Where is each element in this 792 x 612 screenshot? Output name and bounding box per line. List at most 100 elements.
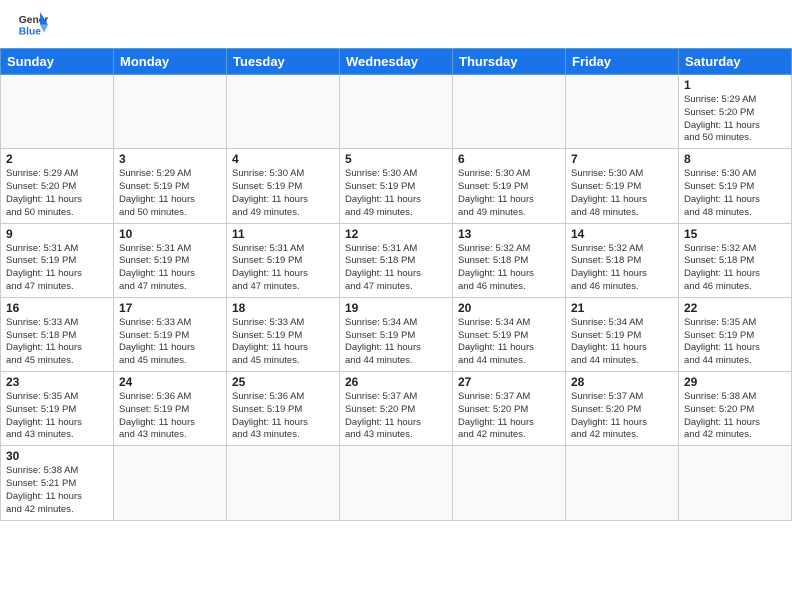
day-info: Sunrise: 5:38 AM Sunset: 5:21 PM Dayligh…	[6, 465, 108, 516]
calendar-cell: 16Sunrise: 5:33 AM Sunset: 5:18 PM Dayli…	[1, 297, 114, 371]
calendar-week-row: 2 Sunrise: 5:29 AM Sunset: 5:20 PM Daylig…	[1, 149, 792, 223]
calendar-cell: 18 Sunrise: 5:33 AM Sunset: 5:19 PM Dayli…	[227, 297, 340, 371]
day-number: 2	[6, 152, 108, 166]
calendar-week-row: 30 Sunrise: 5:38 AM Sunset: 5:21 PM Dayli…	[1, 446, 792, 520]
logo: General Blue	[18, 10, 48, 38]
day-number: 27	[458, 375, 560, 389]
calendar-cell: 8 Sunrise: 5:30 AM Sunset: 5:19 PM Daylig…	[679, 149, 792, 223]
calendar-cell: 20 Sunrise: 5:34 AM Sunset: 5:19 PM Dayli…	[453, 297, 566, 371]
calendar-cell	[227, 75, 340, 149]
svg-text:Blue: Blue	[19, 26, 42, 37]
calendar-cell	[453, 446, 566, 520]
day-info: Sunrise: 5:32 AM Sunset: 5:18 PM Dayligh…	[458, 243, 560, 294]
day-number: 21	[571, 301, 673, 315]
day-number: 4	[232, 152, 334, 166]
calendar-week-row: 9 Sunrise: 5:31 AM Sunset: 5:19 PM Daylig…	[1, 223, 792, 297]
day-number: 24	[119, 375, 221, 389]
day-info: Sunrise: 5:34 AM Sunset: 5:19 PM Dayligh…	[345, 317, 447, 368]
calendar-cell: 29Sunrise: 5:38 AM Sunset: 5:20 PM Dayli…	[679, 372, 792, 446]
day-number: 14	[571, 227, 673, 241]
day-number: 19	[345, 301, 447, 315]
calendar-cell	[227, 446, 340, 520]
calendar-cell	[340, 75, 453, 149]
day-number: 10	[119, 227, 221, 241]
calendar-cell: 6 Sunrise: 5:30 AM Sunset: 5:19 PM Daylig…	[453, 149, 566, 223]
day-info: Sunrise: 5:34 AM Sunset: 5:19 PM Dayligh…	[571, 317, 673, 368]
day-number: 1	[684, 78, 786, 92]
calendar-week-row: 23Sunrise: 5:35 AM Sunset: 5:19 PM Dayli…	[1, 372, 792, 446]
calendar-cell: 10 Sunrise: 5:31 AM Sunset: 5:19 PM Dayli…	[114, 223, 227, 297]
day-number: 16	[6, 301, 108, 315]
column-header-thursday: Thursday	[453, 49, 566, 75]
calendar-cell	[453, 75, 566, 149]
day-number: 3	[119, 152, 221, 166]
day-info: Sunrise: 5:34 AM Sunset: 5:19 PM Dayligh…	[458, 317, 560, 368]
calendar-cell: 17 Sunrise: 5:33 AM Sunset: 5:19 PM Dayli…	[114, 297, 227, 371]
day-number: 15	[684, 227, 786, 241]
calendar-cell: 19 Sunrise: 5:34 AM Sunset: 5:19 PM Dayli…	[340, 297, 453, 371]
column-header-friday: Friday	[566, 49, 679, 75]
day-number: 30	[6, 449, 108, 463]
calendar-cell: 14 Sunrise: 5:32 AM Sunset: 5:18 PM Dayli…	[566, 223, 679, 297]
day-info: Sunrise: 5:31 AM Sunset: 5:18 PM Dayligh…	[345, 243, 447, 294]
day-info: Sunrise: 5:29 AM Sunset: 5:19 PM Dayligh…	[119, 168, 221, 219]
day-info: Sunrise: 5:32 AM Sunset: 5:18 PM Dayligh…	[684, 243, 786, 294]
day-number: 23	[6, 375, 108, 389]
calendar-cell: 23Sunrise: 5:35 AM Sunset: 5:19 PM Dayli…	[1, 372, 114, 446]
day-number: 22	[684, 301, 786, 315]
page-header: General Blue	[0, 0, 792, 42]
calendar-cell	[340, 446, 453, 520]
day-number: 28	[571, 375, 673, 389]
calendar-cell: 27Sunrise: 5:37 AM Sunset: 5:20 PM Dayli…	[453, 372, 566, 446]
day-number: 18	[232, 301, 334, 315]
day-number: 13	[458, 227, 560, 241]
calendar-cell	[566, 75, 679, 149]
calendar-cell	[679, 446, 792, 520]
day-info: Sunrise: 5:30 AM Sunset: 5:19 PM Dayligh…	[571, 168, 673, 219]
column-header-monday: Monday	[114, 49, 227, 75]
calendar-cell: 30 Sunrise: 5:38 AM Sunset: 5:21 PM Dayli…	[1, 446, 114, 520]
day-info: Sunrise: 5:36 AM Sunset: 5:19 PM Dayligh…	[119, 391, 221, 442]
calendar-cell: 13 Sunrise: 5:32 AM Sunset: 5:18 PM Dayli…	[453, 223, 566, 297]
calendar-cell	[114, 75, 227, 149]
calendar-cell: 12Sunrise: 5:31 AM Sunset: 5:18 PM Dayli…	[340, 223, 453, 297]
day-number: 11	[232, 227, 334, 241]
day-info: Sunrise: 5:30 AM Sunset: 5:19 PM Dayligh…	[458, 168, 560, 219]
day-info: Sunrise: 5:37 AM Sunset: 5:20 PM Dayligh…	[571, 391, 673, 442]
calendar-cell: 1 Sunrise: 5:29 AM Sunset: 5:20 PM Daylig…	[679, 75, 792, 149]
calendar-cell: 25Sunrise: 5:36 AM Sunset: 5:19 PM Dayli…	[227, 372, 340, 446]
day-number: 6	[458, 152, 560, 166]
column-header-sunday: Sunday	[1, 49, 114, 75]
day-number: 25	[232, 375, 334, 389]
day-number: 26	[345, 375, 447, 389]
calendar-cell: 5Sunrise: 5:30 AM Sunset: 5:19 PM Daylig…	[340, 149, 453, 223]
calendar-cell: 4 Sunrise: 5:30 AM Sunset: 5:19 PM Daylig…	[227, 149, 340, 223]
day-info: Sunrise: 5:37 AM Sunset: 5:20 PM Dayligh…	[345, 391, 447, 442]
day-info: Sunrise: 5:32 AM Sunset: 5:18 PM Dayligh…	[571, 243, 673, 294]
day-info: Sunrise: 5:31 AM Sunset: 5:19 PM Dayligh…	[119, 243, 221, 294]
day-info: Sunrise: 5:33 AM Sunset: 5:19 PM Dayligh…	[232, 317, 334, 368]
calendar-cell	[566, 446, 679, 520]
day-number: 17	[119, 301, 221, 315]
day-info: Sunrise: 5:35 AM Sunset: 5:19 PM Dayligh…	[684, 317, 786, 368]
calendar-week-row: 16Sunrise: 5:33 AM Sunset: 5:18 PM Dayli…	[1, 297, 792, 371]
day-number: 7	[571, 152, 673, 166]
day-number: 29	[684, 375, 786, 389]
calendar-cell: 7 Sunrise: 5:30 AM Sunset: 5:19 PM Daylig…	[566, 149, 679, 223]
calendar-cell: 15 Sunrise: 5:32 AM Sunset: 5:18 PM Dayli…	[679, 223, 792, 297]
calendar-cell: 22 Sunrise: 5:35 AM Sunset: 5:19 PM Dayli…	[679, 297, 792, 371]
day-number: 9	[6, 227, 108, 241]
calendar-cell: 11Sunrise: 5:31 AM Sunset: 5:19 PM Dayli…	[227, 223, 340, 297]
day-info: Sunrise: 5:29 AM Sunset: 5:20 PM Dayligh…	[6, 168, 108, 219]
calendar-cell: 2 Sunrise: 5:29 AM Sunset: 5:20 PM Daylig…	[1, 149, 114, 223]
calendar-cell: 9Sunrise: 5:31 AM Sunset: 5:19 PM Daylig…	[1, 223, 114, 297]
day-info: Sunrise: 5:33 AM Sunset: 5:19 PM Dayligh…	[119, 317, 221, 368]
day-number: 20	[458, 301, 560, 315]
calendar-cell	[1, 75, 114, 149]
calendar-cell	[114, 446, 227, 520]
day-info: Sunrise: 5:30 AM Sunset: 5:19 PM Dayligh…	[684, 168, 786, 219]
day-number: 8	[684, 152, 786, 166]
day-info: Sunrise: 5:30 AM Sunset: 5:19 PM Dayligh…	[232, 168, 334, 219]
day-info: Sunrise: 5:29 AM Sunset: 5:20 PM Dayligh…	[684, 94, 786, 145]
column-header-saturday: Saturday	[679, 49, 792, 75]
